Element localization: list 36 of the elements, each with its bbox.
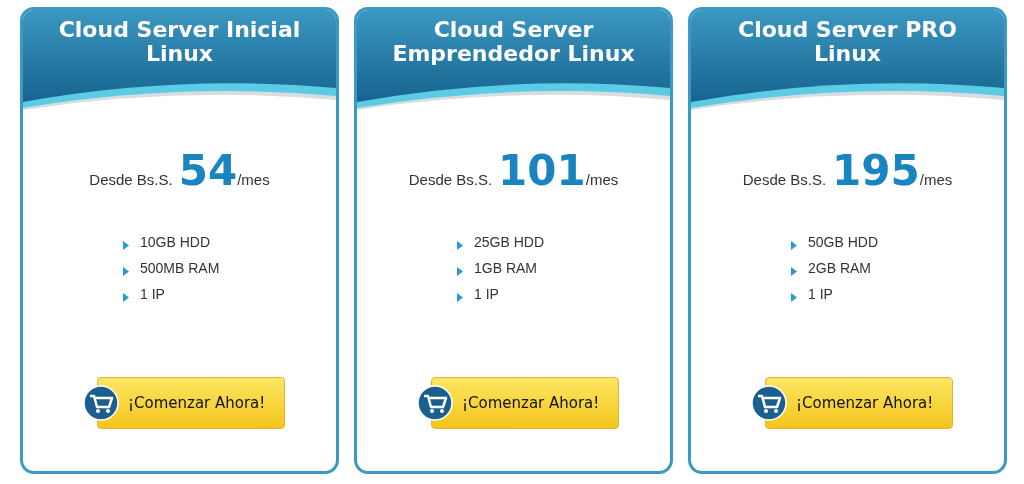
cart-icon: [751, 385, 787, 421]
start-button[interactable]: ¡Comenzar Ahora!: [97, 377, 285, 429]
price-period: /mes: [919, 171, 953, 188]
start-button[interactable]: ¡Comenzar Ahora!: [765, 377, 953, 429]
feature-text: 1GB RAM: [474, 260, 537, 276]
bullet-icon: [457, 292, 463, 302]
bullet-icon: [123, 266, 129, 276]
price-period: /mes: [585, 171, 619, 188]
feature-text: 1 IP: [140, 286, 165, 302]
plan-title: Cloud Server Inicial Linux: [57, 16, 302, 66]
bullet-icon: [791, 266, 797, 276]
feature-text: 2GB RAM: [808, 260, 871, 276]
bullet-icon: [791, 240, 797, 250]
cart-icon: [83, 385, 119, 421]
feature-text: 10GB HDD: [140, 234, 211, 250]
feature-text: 1 IP: [808, 286, 833, 302]
feature-text: 500MB RAM: [140, 260, 220, 276]
plan-title: Cloud Server Emprendedor Linux: [391, 16, 636, 66]
plan-title: Cloud Server PRO Linux: [737, 16, 958, 66]
bullet-icon: [123, 292, 129, 302]
feature-text: 25GB HDD: [474, 234, 545, 250]
bullet-icon: [457, 266, 463, 276]
feature-text: 1 IP: [474, 286, 499, 302]
price-amount: 101: [498, 146, 586, 195]
price-amount: 54: [178, 146, 238, 195]
price-period: /mes: [237, 171, 270, 188]
bullet-icon: [457, 240, 463, 250]
price-amount: 195: [832, 146, 920, 195]
price-prefix: Desde Bs.S.: [408, 171, 493, 188]
feature-text: 50GB HDD: [808, 234, 879, 250]
bullet-icon: [123, 240, 129, 250]
cart-icon: [417, 385, 453, 421]
bullet-icon: [791, 292, 797, 302]
price-prefix: Desde Bs.S.: [742, 171, 827, 188]
start-button[interactable]: ¡Comenzar Ahora!: [431, 377, 619, 429]
price-prefix: Desde Bs.S.: [89, 171, 173, 188]
